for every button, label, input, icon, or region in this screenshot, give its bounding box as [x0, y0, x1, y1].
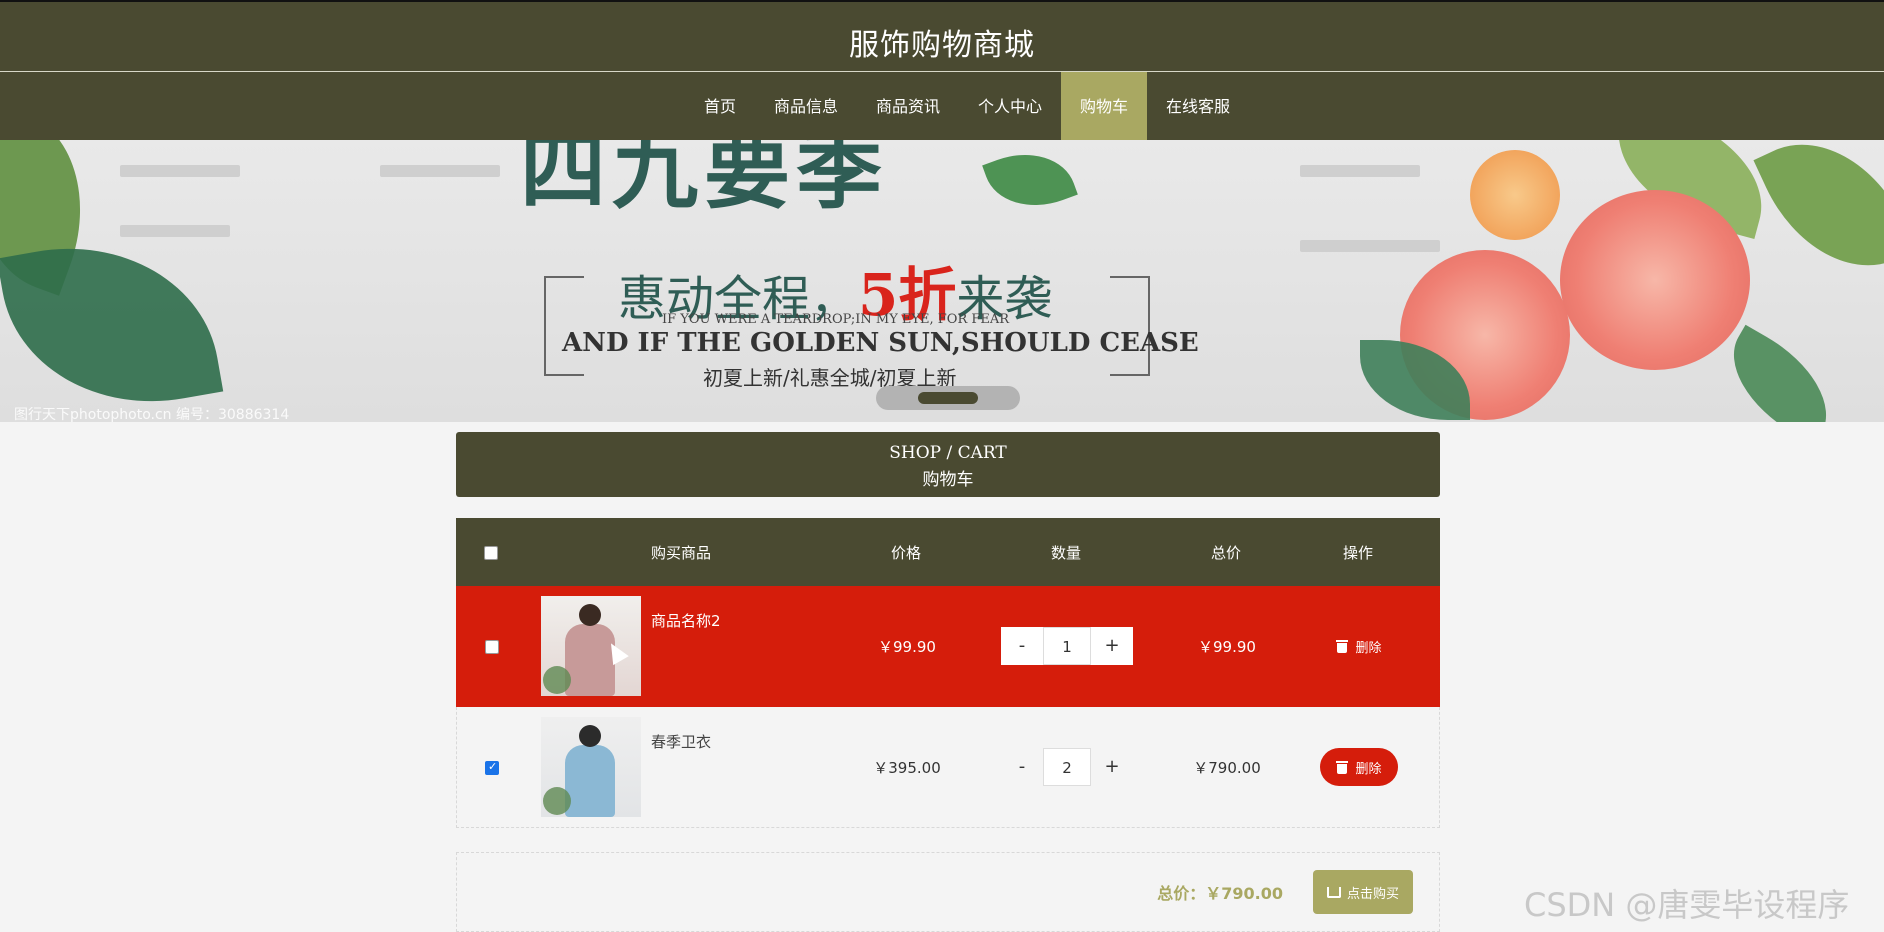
product-name[interactable]: 春季卫衣: [651, 731, 711, 752]
product-thumbnail[interactable]: [541, 596, 641, 696]
product-cell: 商品名称2: [527, 596, 837, 696]
quantity-increase-button[interactable]: +: [1091, 627, 1133, 665]
trash-icon: [1336, 760, 1349, 774]
select-all-checkbox[interactable]: [484, 545, 498, 560]
quantity-input[interactable]: 1: [1043, 627, 1091, 665]
cart-total: 总价：￥790.00: [1157, 884, 1283, 903]
promo-banner[interactable]: 四九要季 惠动全程，5折来袭 IF YOU WERE A TEARDROP;IN…: [0, 140, 1884, 422]
select-all-cell: [456, 543, 526, 561]
model-head: [579, 604, 601, 626]
column-header-quantity: 数量: [1050, 543, 1081, 562]
trash-icon: [1336, 639, 1349, 653]
delete-button[interactable]: 删除: [1320, 748, 1398, 786]
row-check-cell: [457, 758, 527, 776]
banner-deco: [1300, 165, 1420, 177]
column-header-action: 操作: [1342, 543, 1373, 562]
banner-deco: [120, 165, 240, 177]
cart-title-cn: 购物车: [922, 470, 974, 490]
column-header-product: 购买商品: [650, 543, 711, 562]
site-header: 服饰购物商城 首页 商品信息 商品资讯 个人中心 购物车 在线客服: [0, 0, 1884, 142]
csdn-watermark: CSDN @唐雯毕设程序: [1524, 886, 1850, 924]
cart-table-header: 购买商品 价格 数量 总价 操作: [456, 518, 1440, 586]
leaf-image: [0, 223, 224, 422]
model-figure: [565, 745, 615, 817]
row-total: ￥790.00: [1193, 758, 1261, 777]
product-thumbnail[interactable]: [541, 717, 641, 817]
column-header-total: 总价: [1210, 543, 1241, 562]
quantity-cell: - 1 +: [977, 627, 1157, 665]
product-name[interactable]: 商品名称2: [651, 610, 721, 631]
banner-english-line: IF YOU WERE A TEARDROP;IN MY EYE, FOR FE…: [662, 312, 1010, 327]
row-checkbox[interactable]: [485, 760, 499, 775]
banner-deco: [380, 165, 500, 177]
product-price: ￥395.00: [873, 758, 941, 777]
row-checkbox[interactable]: [485, 639, 499, 654]
row-check-cell: [457, 637, 527, 655]
table-row[interactable]: 春季卫衣 ￥395.00 - 2 + ￥790.00 删除: [456, 707, 1440, 828]
action-cell: 删除: [1297, 748, 1421, 786]
delete-label: 删除: [1355, 640, 1382, 656]
leaf-image: [1753, 140, 1884, 297]
row-total: ￥99.90: [1198, 637, 1256, 656]
leaf-image: [1710, 324, 1850, 422]
model-head: [579, 725, 601, 747]
flower-image: [1560, 190, 1750, 370]
cart-icon: [1326, 886, 1341, 898]
quantity-stepper: - 1 +: [1001, 627, 1133, 665]
plant-decor: [543, 666, 571, 694]
nav-item-profile[interactable]: 个人中心: [959, 72, 1061, 142]
plant-decor: [543, 787, 571, 815]
cart-summary-bar: 总价：￥790.00 点击购买: [456, 852, 1440, 932]
banner-english-headline: AND IF THE GOLDEN SUN,SHOULD CEASE: [562, 328, 1199, 358]
banner-bracket: [544, 276, 584, 376]
quantity-decrease-button[interactable]: -: [1001, 627, 1043, 665]
quantity-cell: - 2 +: [977, 748, 1157, 786]
buy-label: 点击购买: [1346, 886, 1399, 902]
banner-slider-indicator[interactable]: [918, 392, 978, 404]
quantity-increase-button[interactable]: +: [1091, 748, 1133, 786]
cart-table: 购买商品 价格 数量 总价 操作 商品名称2 ￥99.90 - 1 + ￥99.…: [456, 518, 1440, 828]
site-title: 服饰购物商城: [849, 28, 1035, 63]
banner-deco: [1300, 240, 1440, 252]
flower-image: [1470, 150, 1560, 240]
nav-item-home[interactable]: 首页: [685, 72, 755, 142]
quantity-stepper: - 2 +: [1001, 748, 1133, 786]
nav-item-news[interactable]: 商品资讯: [857, 72, 959, 142]
banner-headline: 四九要季: [520, 140, 888, 221]
nav-item-cart[interactable]: 购物车: [1061, 72, 1148, 142]
main-nav: 首页 商品信息 商品资讯 个人中心 购物车 在线客服: [0, 72, 1884, 142]
buy-button[interactable]: 点击购买: [1313, 870, 1413, 914]
banner-bracket: [1110, 276, 1150, 376]
quantity-input[interactable]: 2: [1043, 748, 1091, 786]
product-cell: 春季卫衣: [527, 717, 837, 817]
banner-watermark: 图行天下photophoto.cn 编号：30886314: [14, 407, 290, 422]
leaf-image: [982, 140, 1078, 222]
product-price: ￥99.90: [878, 637, 936, 656]
delete-label: 删除: [1355, 761, 1382, 777]
delete-button[interactable]: 删除: [1320, 627, 1397, 665]
model-figure: [565, 624, 615, 696]
nav-item-support[interactable]: 在线客服: [1147, 72, 1249, 142]
product-info: 商品名称2: [527, 596, 837, 696]
banner-slider-track[interactable]: [876, 386, 1020, 410]
banner-deco: [120, 225, 230, 237]
nav-item-products[interactable]: 商品信息: [755, 72, 857, 142]
quantity-decrease-button[interactable]: -: [1001, 748, 1043, 786]
product-info: 春季卫衣: [527, 717, 837, 817]
action-cell: 删除: [1297, 627, 1421, 665]
cart-title-en: SHOP / CART: [889, 443, 1007, 463]
column-header-price: 价格: [890, 543, 921, 562]
cart-section-header: SHOP / CART 购物车: [456, 432, 1440, 497]
